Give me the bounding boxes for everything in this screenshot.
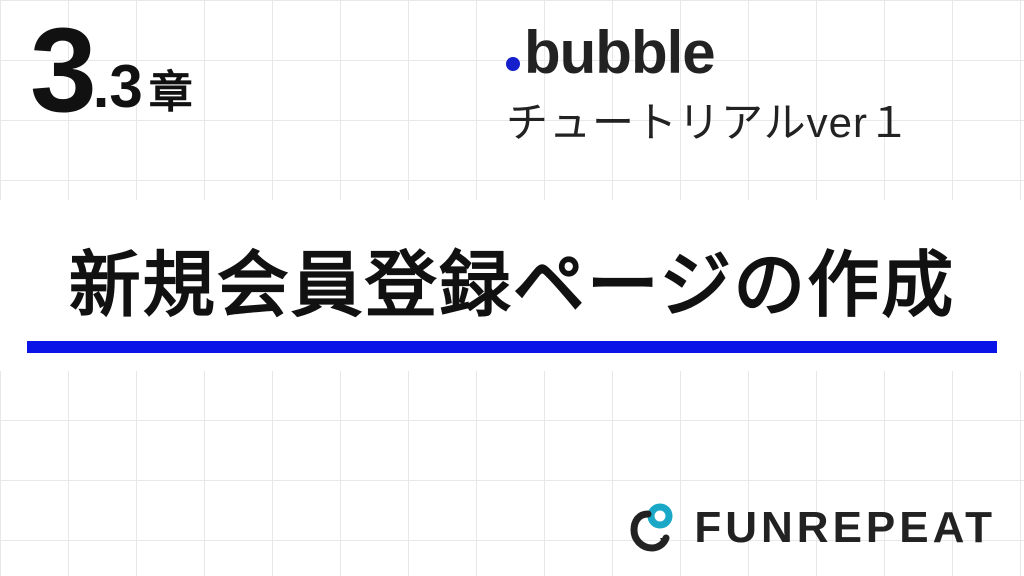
brand-block: bubble チュートリアルver１	[506, 18, 911, 150]
page-title: 新規会員登録ページの作成	[0, 226, 1024, 331]
chapter-number: 3.3章	[30, 10, 193, 130]
brand-subtitle: チュートリアルver１	[506, 89, 911, 150]
chapter-label: 章	[149, 68, 193, 117]
bubble-logo-text: bubble	[524, 18, 715, 87]
title-band: 新規会員登録ページの作成	[0, 200, 1024, 371]
title-underline	[27, 341, 997, 353]
funrepeat-icon	[628, 500, 684, 556]
footer-brand: FUNREPEAT	[628, 500, 996, 556]
bubble-dot-icon	[506, 57, 520, 71]
chapter-separator: .	[93, 53, 110, 120]
slide-container: 3.3章 bubble チュートリアルver１ 新規会員登録ページの作成 FUN…	[0, 0, 1024, 576]
chapter-major: 3	[30, 3, 93, 137]
footer-brand-text: FUNREPEAT	[694, 503, 996, 553]
bubble-logo: bubble	[506, 18, 911, 87]
chapter-minor: 3	[109, 53, 142, 120]
